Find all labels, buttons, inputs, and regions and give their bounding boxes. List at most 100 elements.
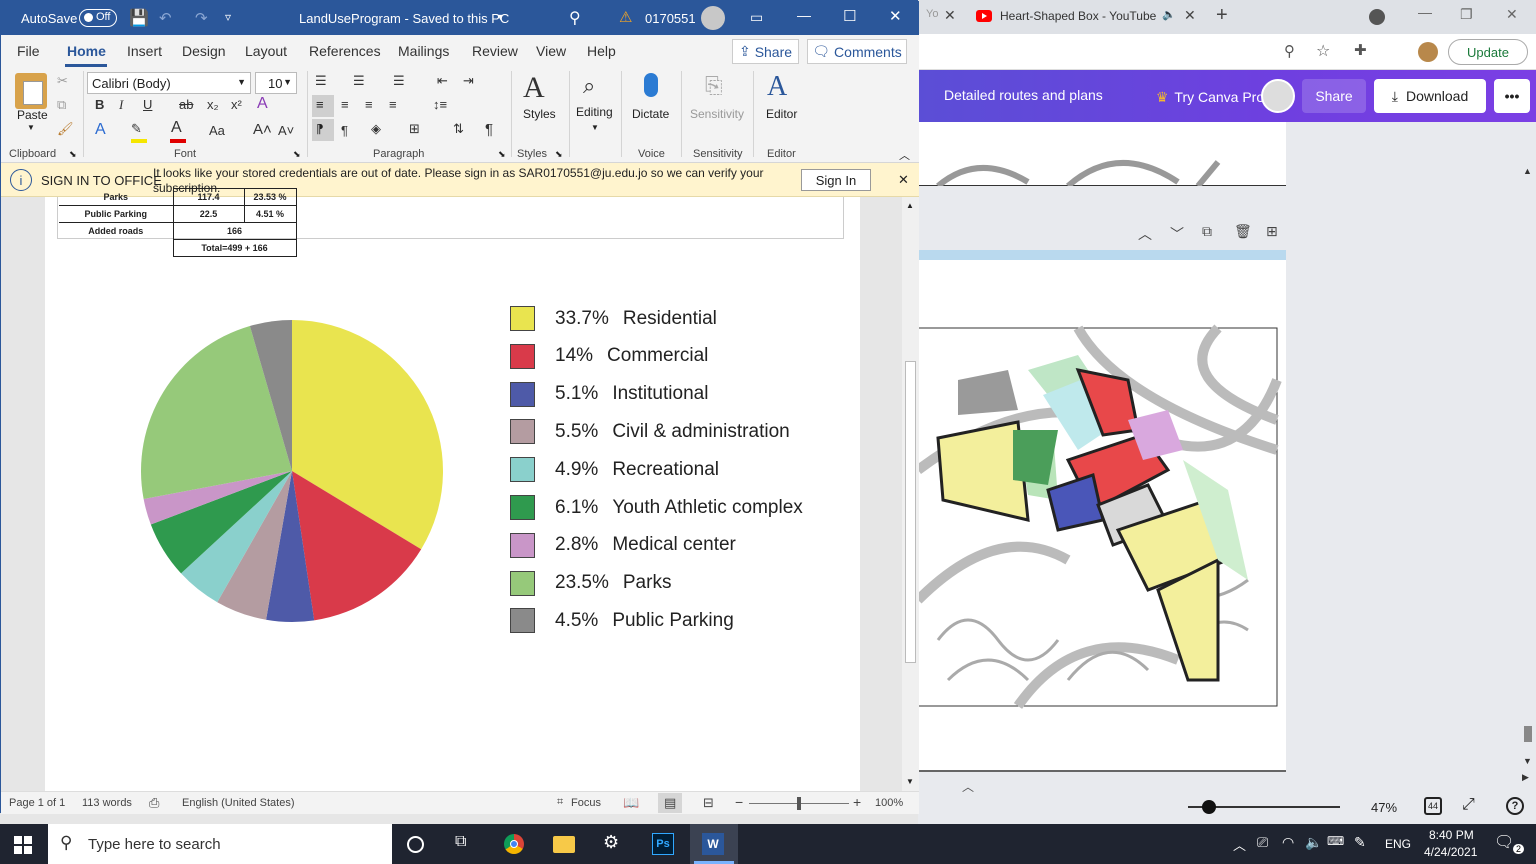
scroll-thumb[interactable] bbox=[1524, 726, 1532, 742]
title-dropdown-icon[interactable]: ▼ bbox=[496, 12, 505, 22]
show-marks-icon[interactable]: ¶ bbox=[485, 121, 493, 138]
vertical-scrollbar[interactable]: ▲ ▼ bbox=[902, 197, 919, 791]
volume-icon[interactable]: 🔈 bbox=[1305, 834, 1322, 851]
bookmark-star-icon[interactable]: ☆ bbox=[1316, 41, 1330, 61]
language-indicator[interactable]: ENG bbox=[1385, 837, 1411, 851]
file-explorer-icon[interactable] bbox=[553, 836, 575, 853]
subscript-icon[interactable]: x₂ bbox=[207, 97, 219, 112]
tab-close-icon[interactable]: ✕ bbox=[944, 7, 956, 24]
document-page[interactable]: Parks 117.4 23.53 % Public Parking 22.5 … bbox=[45, 188, 860, 791]
microphone-icon[interactable] bbox=[644, 73, 658, 97]
decrease-indent-icon[interactable]: ⇤ bbox=[437, 73, 448, 89]
word-count[interactable]: 113 words bbox=[82, 797, 132, 809]
canva-avatar[interactable] bbox=[1261, 79, 1295, 113]
bold-icon[interactable]: B bbox=[95, 97, 104, 112]
minimize-icon[interactable]: — bbox=[797, 7, 811, 23]
duplicate-page-icon[interactable]: ⧉ bbox=[1202, 223, 1212, 240]
collapse-notes-icon[interactable]: ︿ bbox=[962, 778, 974, 795]
shrink-font-icon[interactable]: A˅ bbox=[278, 123, 294, 138]
move-up-icon[interactable]: ︿ bbox=[1138, 224, 1152, 244]
change-case-icon[interactable]: Aa bbox=[209, 123, 225, 138]
shading-icon[interactable]: ◈ bbox=[371, 121, 381, 137]
font-name-select[interactable]: Calibri (Body) ▼ bbox=[87, 72, 251, 94]
photoshop-icon[interactable]: Ps bbox=[652, 833, 674, 855]
tab-audio-icon[interactable]: 🔈 bbox=[1162, 8, 1176, 21]
paragraph-launcher-icon[interactable]: ⬊ bbox=[498, 149, 506, 160]
grow-font-icon[interactable]: A˄ bbox=[253, 121, 272, 138]
customize-qat-icon[interactable]: ▿ bbox=[225, 10, 231, 24]
page-count-button[interactable]: 44 bbox=[1424, 797, 1442, 815]
tab-layout[interactable]: Layout bbox=[245, 43, 287, 59]
page-indicator[interactable]: Page 1 of 1 bbox=[9, 797, 65, 809]
move-down-icon[interactable]: ﹀ bbox=[1170, 224, 1184, 244]
ribbon-display-icon[interactable]: ▭ bbox=[750, 9, 763, 26]
clock-date[interactable]: 4/24/2021 bbox=[1424, 845, 1477, 859]
zoom-out-icon[interactable]: − bbox=[735, 794, 743, 810]
sign-in-button[interactable]: Sign In bbox=[801, 169, 871, 191]
tab-home[interactable]: Home bbox=[67, 43, 106, 59]
document-title[interactable]: LandUseProgram - Saved to this PC bbox=[299, 11, 509, 26]
canva-doc-title[interactable]: Detailed routes and plans bbox=[944, 87, 1103, 103]
zoom-level[interactable]: 100% bbox=[875, 797, 903, 809]
canva-download-button[interactable]: ⤓ Download bbox=[1374, 79, 1486, 113]
highlight-icon[interactable]: ✎ bbox=[131, 121, 142, 137]
minimize-icon[interactable]: — bbox=[1418, 4, 1432, 20]
paste-dropdown-icon[interactable]: ▼ bbox=[27, 123, 35, 132]
canva-scrollbar[interactable]: ▲ ▼ bbox=[1521, 166, 1535, 766]
scroll-up-icon[interactable]: ▲ bbox=[906, 201, 914, 210]
multilevel-list-icon[interactable]: ☰ bbox=[393, 73, 405, 89]
numbering-icon[interactable]: ☰ bbox=[353, 73, 365, 89]
tab-help[interactable]: Help bbox=[587, 43, 616, 59]
more-options-icon[interactable]: ••• bbox=[1494, 79, 1530, 113]
close-icon[interactable]: ✕ bbox=[889, 7, 902, 25]
editor-button[interactable]: Editor bbox=[766, 107, 797, 121]
clock-time[interactable]: 8:40 PM bbox=[1429, 828, 1474, 842]
tab-search-icon[interactable] bbox=[1369, 9, 1385, 25]
scroll-right-icon[interactable]: ▶ bbox=[1522, 772, 1529, 783]
autosave-toggle[interactable]: Off bbox=[79, 9, 117, 27]
web-layout-icon[interactable]: ⊟ bbox=[703, 795, 714, 811]
format-painter-icon[interactable]: 🖌 bbox=[57, 121, 74, 137]
tab-close-icon[interactable]: ✕ bbox=[1184, 7, 1196, 24]
cut-icon[interactable]: ✂ bbox=[57, 73, 68, 89]
partial-tab[interactable]: Yo bbox=[926, 8, 938, 20]
styles-icon[interactable]: A bbox=[523, 71, 545, 105]
sensitivity-button[interactable]: Sensitivity bbox=[690, 107, 744, 121]
text-effects-icon[interactable]: A bbox=[95, 121, 106, 139]
font-color-icon[interactable]: A bbox=[171, 119, 182, 137]
zoom-slider-thumb[interactable] bbox=[797, 797, 801, 810]
tab-references[interactable]: References bbox=[309, 43, 381, 59]
steam-icon[interactable]: ⚙ bbox=[603, 832, 619, 853]
align-center-icon[interactable]: ≡ bbox=[341, 97, 349, 112]
zoom-slider-thumb[interactable] bbox=[1202, 800, 1216, 814]
notifications-icon[interactable]: 🗨 bbox=[1494, 832, 1514, 852]
account-avatar[interactable] bbox=[701, 6, 725, 30]
focus-button[interactable]: Focus bbox=[571, 797, 601, 809]
try-canva-pro-button[interactable]: ♛ Try Canva Pro bbox=[1150, 82, 1270, 112]
justify-icon[interactable]: ≡ bbox=[389, 97, 397, 112]
styles-button[interactable]: Styles bbox=[523, 107, 556, 121]
wifi-icon[interactable]: ◠ bbox=[1282, 834, 1294, 851]
font-size-select[interactable]: 10 ▼ bbox=[255, 72, 297, 94]
account-name[interactable]: 0170551 bbox=[645, 11, 696, 26]
align-left-icon[interactable]: ≡ bbox=[312, 95, 334, 117]
scroll-thumb[interactable] bbox=[905, 361, 916, 663]
tab-mailings[interactable]: Mailings bbox=[398, 43, 449, 59]
clear-formatting-icon[interactable]: A bbox=[257, 95, 268, 113]
rtl-icon[interactable]: ¶ bbox=[341, 123, 348, 138]
editing-search-icon[interactable]: ⌕ bbox=[583, 73, 595, 99]
taskbar-search-box[interactable]: ⚲ Type here to search bbox=[48, 824, 392, 864]
browser-tab-title[interactable]: Heart-Shaped Box - YouTube bbox=[1000, 9, 1156, 23]
fullscreen-icon[interactable]: ⤢ bbox=[1462, 796, 1475, 814]
restore-icon[interactable]: ❐ bbox=[1460, 6, 1473, 23]
cortana-icon[interactable] bbox=[407, 836, 424, 853]
zoom-percent[interactable]: 47% bbox=[1371, 800, 1397, 815]
tab-view[interactable]: View bbox=[536, 43, 566, 59]
line-spacing-icon[interactable]: ↕≡ bbox=[433, 97, 447, 112]
word-taskbar-button[interactable]: W bbox=[690, 824, 738, 864]
underline-icon[interactable]: U bbox=[143, 97, 152, 112]
editor-icon[interactable]: A bbox=[767, 71, 787, 103]
undo-icon[interactable]: ↶ bbox=[159, 9, 172, 27]
borders-icon[interactable]: ⊞ bbox=[409, 121, 420, 137]
increase-indent-icon[interactable]: ⇥ bbox=[463, 73, 474, 89]
